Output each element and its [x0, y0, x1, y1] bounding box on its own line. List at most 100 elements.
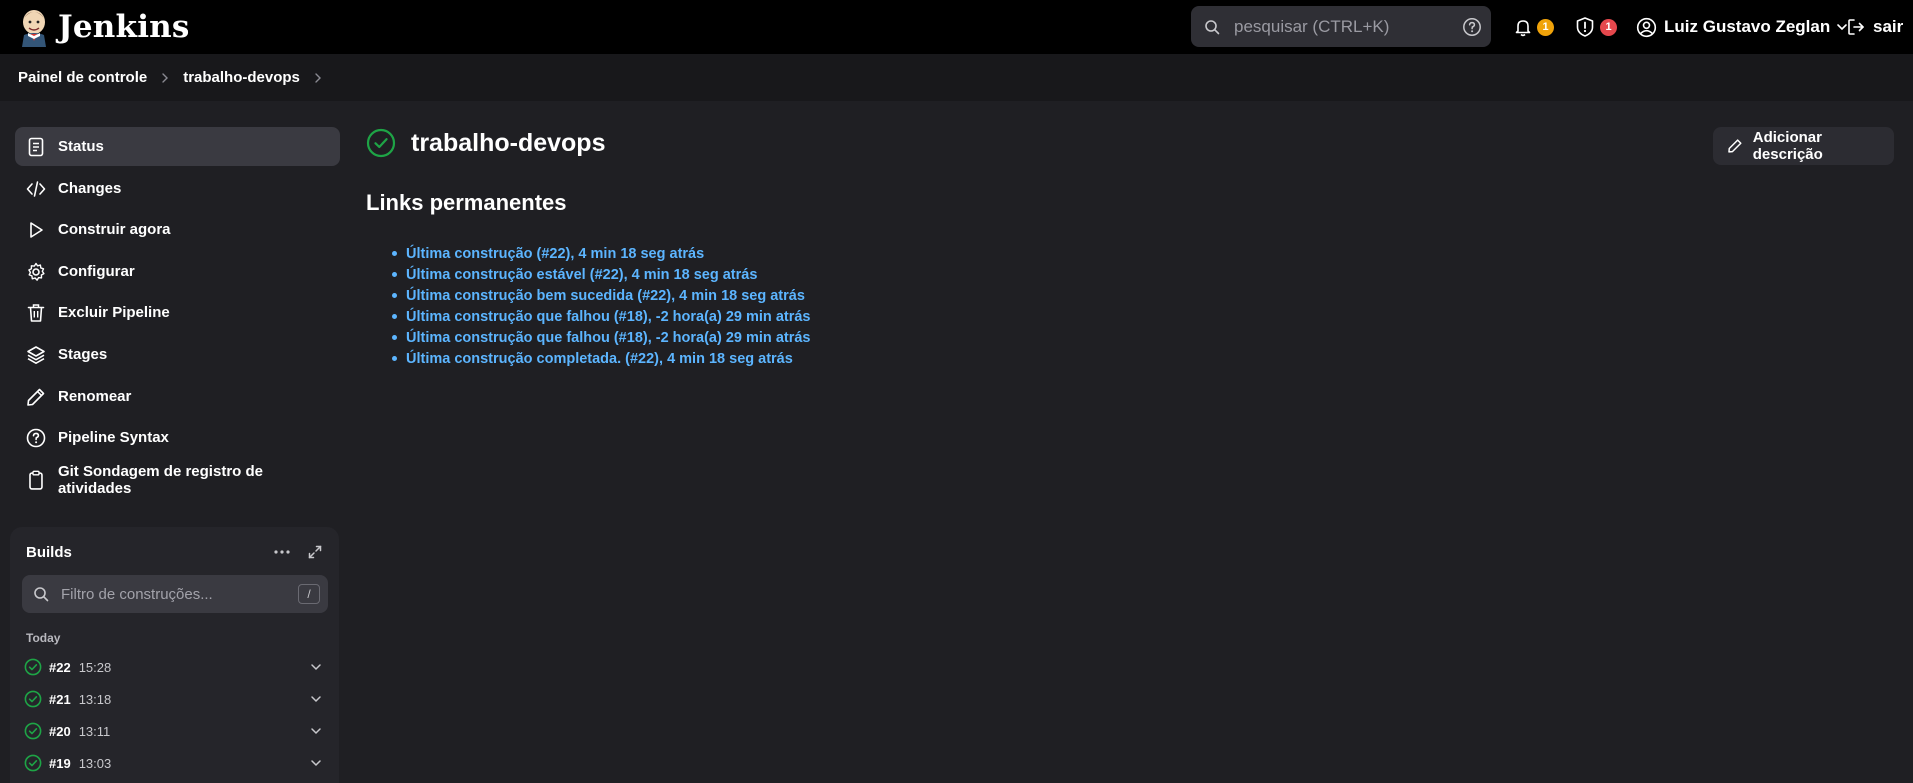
- sidebar-item-delete-pipeline[interactable]: Excluir Pipeline: [15, 293, 340, 332]
- filter-shortcut-hint: /: [298, 584, 320, 604]
- jenkins-logo-icon: [22, 10, 46, 47]
- build-number[interactable]: #19: [49, 756, 71, 771]
- user-icon: [1636, 17, 1657, 37]
- sidebar-item-label: Pipeline Syntax: [58, 429, 169, 446]
- build-row[interactable]: #20 13:11: [24, 717, 330, 745]
- build-row[interactable]: #22 15:28: [24, 653, 330, 681]
- build-number[interactable]: #21: [49, 692, 71, 707]
- add-description-label: Adicionar descrição: [1752, 129, 1823, 163]
- job-header: trabalho-devops: [366, 128, 605, 158]
- list-item: Última construção bem sucedida (#22), 4 …: [392, 285, 811, 306]
- top-header: Jenkins 1 1 Lu: [0, 0, 1913, 54]
- builds-filter-box[interactable]: /: [22, 575, 328, 613]
- clipboard-icon: [29, 470, 43, 490]
- notifications-badge: 1: [1537, 18, 1554, 36]
- chevron-right-icon: [162, 72, 169, 83]
- sidebar-item-configure[interactable]: Configurar: [15, 252, 340, 291]
- permalink-last-completed-build[interactable]: Última construção completada. (#22), 4 m…: [406, 351, 793, 367]
- search-icon: [34, 587, 49, 602]
- permalinks-title: Links permanentes: [366, 190, 567, 215]
- pencil-icon: [27, 388, 45, 406]
- bullet: [392, 356, 397, 361]
- build-time: 13:03: [78, 755, 112, 771]
- sidebar-item-stages[interactable]: Stages: [15, 335, 340, 374]
- jenkins-home-link[interactable]: Jenkins: [18, 7, 190, 47]
- sidebar-item-status[interactable]: Status: [15, 127, 340, 166]
- add-description-button[interactable]: Adicionar descrição: [1713, 127, 1894, 165]
- breadcrumb: Painel de controle trabalho-devops: [0, 54, 1913, 101]
- permalink-last-build[interactable]: Última construção (#22), 4 min 18 seg at…: [406, 246, 704, 262]
- logout-button[interactable]: sair: [1846, 12, 1903, 42]
- security-alerts-button[interactable]: 1: [1574, 12, 1617, 42]
- chevron-down-icon[interactable]: [310, 694, 322, 704]
- status-icon: [28, 137, 44, 156]
- build-time: 13:18: [78, 691, 112, 707]
- permalinks-list: Última construção (#22), 4 min 18 seg at…: [392, 243, 811, 369]
- permalink-last-stable-build[interactable]: Última construção estável (#22), 4 min 1…: [406, 267, 757, 283]
- breadcrumb-dashboard[interactable]: Painel de controle: [18, 69, 147, 86]
- chevron-down-icon[interactable]: [310, 726, 322, 736]
- logout-label: sair: [1873, 17, 1904, 36]
- page-title: trabalho-devops: [411, 128, 606, 157]
- list-item: Última construção estável (#22), 4 min 1…: [392, 264, 811, 285]
- play-icon: [30, 221, 43, 238]
- bullet: [392, 314, 397, 319]
- search-help-icon[interactable]: [1462, 17, 1482, 37]
- more-options-icon[interactable]: [273, 545, 291, 559]
- success-icon: [24, 690, 42, 708]
- build-number[interactable]: #22: [49, 660, 71, 675]
- sidebar-item-label: Construir agora: [58, 221, 171, 238]
- list-item: Última construção que falhou (#18), -2 h…: [392, 327, 811, 348]
- search-input[interactable]: [1234, 16, 1454, 37]
- build-time: 15:28: [78, 659, 112, 675]
- notifications-button[interactable]: 1: [1513, 12, 1554, 42]
- list-item: Última construção completada. (#22), 4 m…: [392, 348, 811, 369]
- trash-icon: [27, 303, 45, 322]
- layers-icon: [27, 345, 45, 364]
- success-icon: [24, 722, 42, 740]
- sidebar-item-label: Stages: [58, 346, 108, 363]
- logout-icon: [1848, 19, 1864, 35]
- sidebar-item-label: Status: [58, 138, 104, 155]
- search-icon: [1205, 19, 1220, 34]
- sidebar-item-label: Configurar: [58, 263, 135, 280]
- chevron-down-icon[interactable]: [310, 662, 322, 672]
- bullet: [392, 272, 397, 277]
- permalink-last-failed-build[interactable]: Última construção que falhou (#18), -2 h…: [406, 309, 811, 325]
- sidebar-item-label: Changes: [58, 180, 122, 197]
- chevron-down-icon[interactable]: [310, 758, 322, 768]
- security-badge: 1: [1600, 18, 1617, 36]
- breadcrumb-job[interactable]: trabalho-devops: [183, 69, 300, 86]
- gear-icon: [28, 262, 45, 281]
- builds-panel: Builds / Today #22 15:28: [10, 527, 339, 783]
- help-circle-icon: [26, 428, 46, 447]
- expand-icon[interactable]: [307, 544, 323, 560]
- builds-group-label: Today: [26, 631, 61, 645]
- brand-name: Jenkins: [58, 9, 190, 45]
- permalink-last-successful-build[interactable]: Última construção bem sucedida (#22), 4 …: [406, 288, 805, 304]
- sidebar-item-pipeline-syntax[interactable]: Pipeline Syntax: [15, 418, 340, 457]
- sidebar-item-label: Excluir Pipeline: [58, 304, 170, 321]
- build-row[interactable]: #21 13:18: [24, 685, 330, 713]
- sidebar-item-git-polling-log[interactable]: Git Sondagem de registro de atividades: [15, 460, 340, 499]
- sidebar-item-rename[interactable]: Renomear: [15, 377, 340, 416]
- pencil-icon: [1728, 139, 1742, 153]
- chevron-right-icon[interactable]: [314, 72, 322, 84]
- build-row[interactable]: #19 13:03: [24, 749, 330, 777]
- builds-filter-input[interactable]: [61, 585, 291, 603]
- sidebar-item-changes[interactable]: Changes: [15, 169, 340, 208]
- bullet: [392, 335, 397, 340]
- bell-icon: [1515, 20, 1531, 37]
- permalink-last-unsuccessful-build[interactable]: Última construção que falhou (#18), -2 h…: [406, 330, 811, 346]
- code-icon: [26, 180, 46, 197]
- user-menu[interactable]: Luiz Gustavo Zeglan: [1636, 12, 1848, 42]
- success-icon: [24, 658, 42, 676]
- builds-title: Builds: [26, 544, 72, 561]
- sidebar-item-build-now[interactable]: Construir agora: [15, 210, 340, 249]
- list-item: Última construção (#22), 4 min 18 seg at…: [392, 243, 811, 264]
- sidebar-item-label: Git Sondagem de registro de atividades: [57, 462, 263, 497]
- build-number[interactable]: #20: [49, 724, 71, 739]
- user-name: Luiz Gustavo Zeglan: [1664, 17, 1831, 36]
- search-box[interactable]: [1191, 6, 1491, 47]
- bullet: [392, 251, 397, 256]
